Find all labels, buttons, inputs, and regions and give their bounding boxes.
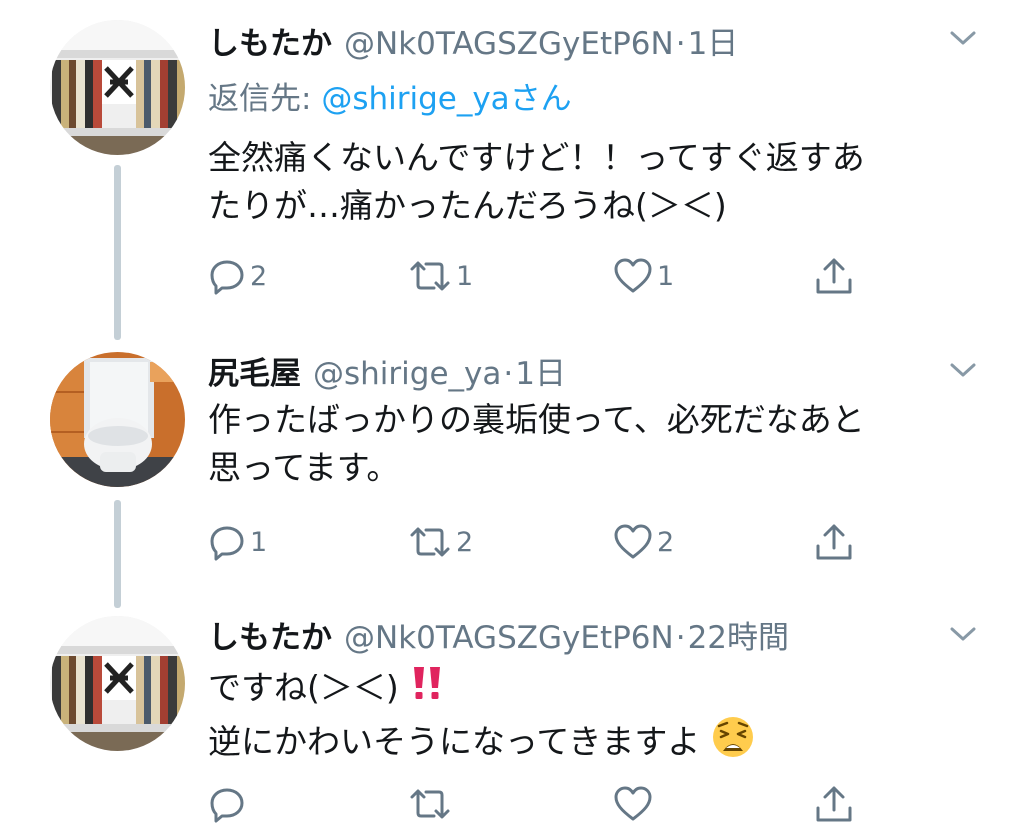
user-handle[interactable]: @shirige_ya [313, 356, 501, 392]
chevron-down-icon[interactable] [948, 28, 978, 48]
like-button[interactable] [613, 780, 657, 828]
reply-button[interactable]: 2 [208, 252, 267, 300]
reply-icon [208, 523, 246, 561]
timestamp[interactable]: 22時間 [688, 612, 789, 657]
timestamp[interactable]: 1日 [688, 18, 739, 63]
chevron-down-icon[interactable] [948, 624, 978, 644]
tweet-text: ですね(＞＜) 逆にかわいそうになってきますよ [208, 664, 988, 772]
separator-dot: · [503, 356, 514, 392]
like-button[interactable]: 2 [613, 518, 674, 566]
reply-honorific: さん [509, 81, 572, 117]
user-handle[interactable]: @Nk0TAGSZGyEtP6N [344, 620, 674, 656]
tweet-text: 全然痛くないんですけど！！ってすぐ返すあ たりが…痛かったんだろうね(＞＜) [208, 134, 988, 230]
reply-context: 返信先: @shirige_yaさん [208, 73, 572, 118]
share-button[interactable] [814, 780, 854, 828]
share-icon [814, 522, 854, 562]
retweet-icon [408, 785, 452, 823]
mention-link[interactable]: @shirige_ya [321, 81, 509, 117]
double-exclamation-icon [409, 664, 445, 715]
chevron-down-icon[interactable] [948, 360, 978, 380]
like-button[interactable]: 1 [613, 252, 674, 300]
share-button[interactable] [814, 252, 854, 300]
display-name[interactable]: 尻毛屋 [208, 348, 301, 393]
reply-to-label: 返信先: [208, 81, 322, 117]
tweet-text-line: 作ったばっかりの裏垢使って、必死だなあと [208, 400, 865, 439]
share-button[interactable] [814, 518, 854, 566]
tweet-header: しもたか @Nk0TAGSZGyEtP6N · 1日 [208, 18, 738, 62]
retweet-icon [408, 257, 452, 295]
timestamp[interactable]: 1日 [515, 348, 566, 393]
tweet-actions [208, 780, 868, 828]
tweet-actions: 1 2 2 [208, 518, 868, 566]
tweet-text-line: たりが…痛かったんだろうね(＞＜) [208, 186, 727, 225]
like-count: 1 [657, 260, 675, 292]
reply-count: 2 [250, 260, 268, 292]
tweet-text-line-1: ですね(＞＜) [208, 664, 988, 715]
avatar[interactable] [50, 20, 185, 155]
tweet[interactable]: 尻毛屋 @shirige_ya · 1日 作ったばっかりの裏垢使って、必死だなあ… [0, 330, 1024, 600]
share-icon [814, 784, 854, 824]
display-name[interactable]: しもたか [208, 612, 332, 657]
retweet-button[interactable] [408, 780, 456, 828]
retweet-button[interactable]: 2 [408, 518, 473, 566]
heart-icon [613, 257, 653, 295]
retweet-icon [408, 523, 452, 561]
tweet-text-line: 全然痛くないんですけど！！ってすぐ返すあ [208, 138, 865, 177]
separator-dot: · [675, 620, 686, 656]
reply-button[interactable]: 1 [208, 518, 267, 566]
conversation-thread: しもたか @Nk0TAGSZGyEtP6N · 1日 返信先: @shirige… [0, 0, 1024, 838]
tweet-text-content: ですね(＞＜) [208, 668, 399, 707]
user-handle[interactable]: @Nk0TAGSZGyEtP6N [344, 26, 674, 62]
tweet[interactable]: しもたか @Nk0TAGSZGyEtP6N · 1日 返信先: @shirige… [0, 0, 1024, 330]
like-count: 2 [657, 526, 675, 558]
weary-face-icon [711, 715, 755, 772]
tweet-text: 作ったばっかりの裏垢使って、必死だなあと 思ってます。 [208, 396, 988, 492]
avatar[interactable] [50, 352, 185, 487]
reply-icon [208, 257, 246, 295]
heart-icon [613, 785, 653, 823]
tweet-header: しもたか @Nk0TAGSZGyEtP6N · 22時間 [208, 612, 789, 656]
reply-icon [208, 785, 246, 823]
share-icon [814, 256, 854, 296]
tweet[interactable]: しもたか @Nk0TAGSZGyEtP6N · 22時間 ですね(＞＜) 逆にか… [0, 600, 1024, 838]
avatar[interactable] [50, 616, 185, 751]
tweet-actions: 2 1 1 [208, 252, 868, 300]
tweet-text-content: 逆にかわいそうになってきますよ [208, 722, 701, 761]
separator-dot: · [675, 26, 686, 62]
tweet-header: 尻毛屋 @shirige_ya · 1日 [208, 348, 566, 392]
retweet-button[interactable]: 1 [408, 252, 473, 300]
retweet-count: 2 [456, 526, 474, 558]
reply-button[interactable] [208, 780, 250, 828]
reply-count: 1 [250, 526, 268, 558]
tweet-text-line-2: 逆にかわいそうになってきますよ [208, 715, 988, 772]
heart-icon [613, 523, 653, 561]
retweet-count: 1 [456, 260, 474, 292]
tweet-text-line: 思ってます。 [208, 448, 400, 487]
display-name[interactable]: しもたか [208, 18, 332, 63]
